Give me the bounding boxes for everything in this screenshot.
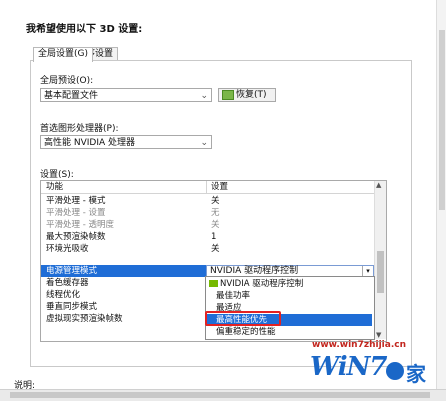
row-setting: 无 bbox=[211, 208, 220, 218]
chevron-down-icon: ⌄ bbox=[200, 138, 208, 148]
scrollbar-thumb[interactable] bbox=[439, 30, 445, 210]
watermark-logo-char: 家 bbox=[406, 362, 426, 386]
nvidia-icon bbox=[209, 280, 218, 287]
dropdown-option[interactable]: 偏重稳定的性能 bbox=[206, 326, 372, 338]
row-feature: 虚拟现实预渲染帧数 bbox=[46, 314, 123, 324]
scrollbar-thumb[interactable] bbox=[10, 392, 430, 398]
row-setting: 关 bbox=[211, 220, 220, 230]
highlight-annotation-box bbox=[205, 311, 281, 326]
tab-global-settings[interactable]: 全局设置(G) bbox=[33, 47, 93, 62]
restore-icon bbox=[222, 89, 234, 100]
restore-button-label: 恢复(T) bbox=[236, 90, 267, 100]
watermark-logo-text: WiN7 bbox=[310, 352, 387, 382]
option-label: 偏重稳定的性能 bbox=[216, 327, 276, 337]
row-feature: 着色缓存器 bbox=[46, 278, 89, 288]
settings-label: 设置(S): bbox=[40, 170, 74, 180]
column-divider bbox=[206, 181, 207, 193]
settings-list-scrollbar[interactable]: ▲ ▼ bbox=[374, 181, 386, 339]
settings-list-header: 功能 设置 bbox=[41, 181, 374, 194]
dropdown-option[interactable]: 最佳功率 bbox=[206, 290, 372, 302]
row-feature: 最大预渲染帧数 bbox=[46, 232, 106, 242]
page-vertical-scrollbar[interactable] bbox=[436, 0, 446, 389]
column-header-feature[interactable]: 功能 bbox=[46, 181, 63, 193]
global-preset-label: 全局预设(O): bbox=[40, 76, 94, 86]
row-feature: 平滑处理 - 模式 bbox=[46, 196, 106, 206]
chevron-down-icon[interactable]: ▾ bbox=[362, 266, 373, 276]
gpu-label: 首选图形处理器(P): bbox=[40, 124, 119, 134]
settings-row[interactable]: 环境光吸收 关 bbox=[41, 243, 374, 255]
row-setting: 关 bbox=[211, 244, 220, 254]
gpu-value: 高性能 NVIDIA 处理器 bbox=[44, 138, 136, 148]
watermark-url: www.win7zhijia.cn bbox=[312, 340, 406, 350]
chevron-down-icon: ⌄ bbox=[200, 91, 208, 101]
watermark-dot-icon bbox=[386, 362, 404, 380]
settings-row[interactable]: 平滑处理 - 模式 关 bbox=[41, 195, 374, 207]
settings-row[interactable]: 平滑处理 - 透明度 关 bbox=[41, 219, 374, 231]
row-feature: 垂直同步模式 bbox=[46, 302, 98, 312]
page-heading: 我希望使用以下 3D 设置: bbox=[26, 24, 143, 35]
option-label: NVIDIA 驱动程序控制 bbox=[220, 279, 304, 289]
row-feature: 平滑处理 - 透明度 bbox=[46, 220, 114, 230]
column-header-setting[interactable]: 设置 bbox=[211, 181, 228, 193]
row-feature: 环境光吸收 bbox=[46, 244, 89, 254]
scroll-up-icon[interactable]: ▲ bbox=[376, 181, 381, 189]
row-setting: 关 bbox=[211, 196, 220, 206]
power-mode-value: NVIDIA 驱动程序控制 bbox=[210, 266, 299, 276]
dropdown-option[interactable]: NVIDIA 驱动程序控制 bbox=[206, 278, 372, 290]
scrollbar-thumb[interactable] bbox=[377, 251, 384, 293]
settings-row[interactable]: 平滑处理 - 设置 无 bbox=[41, 207, 374, 219]
row-feature: 电源管理模式 bbox=[46, 266, 98, 276]
gpu-dropdown[interactable]: 高性能 NVIDIA 处理器 ⌄ bbox=[40, 135, 212, 149]
global-preset-value: 基本配置文件 bbox=[44, 91, 99, 101]
row-setting: 1 bbox=[211, 232, 217, 242]
restore-button[interactable]: 恢复(T) bbox=[218, 88, 276, 102]
watermark-logo: www.win7zhijia.cn WiN7 家 bbox=[300, 340, 440, 388]
horizontal-scrollbar[interactable] bbox=[0, 389, 446, 401]
row-feature: 线程优化 bbox=[46, 290, 81, 300]
option-label: 最佳功率 bbox=[216, 291, 251, 301]
row-feature: 平滑处理 - 设置 bbox=[46, 208, 106, 218]
global-preset-dropdown[interactable]: 基本配置文件 ⌄ bbox=[40, 88, 212, 102]
settings-row[interactable]: 最大预渲染帧数 1 bbox=[41, 231, 374, 243]
power-mode-dropdown-list[interactable]: NVIDIA 驱动程序控制 最佳功率 最适应 最高性能优先 偏重稳定的性能 bbox=[205, 276, 375, 340]
scroll-down-icon[interactable]: ▼ bbox=[376, 331, 381, 339]
